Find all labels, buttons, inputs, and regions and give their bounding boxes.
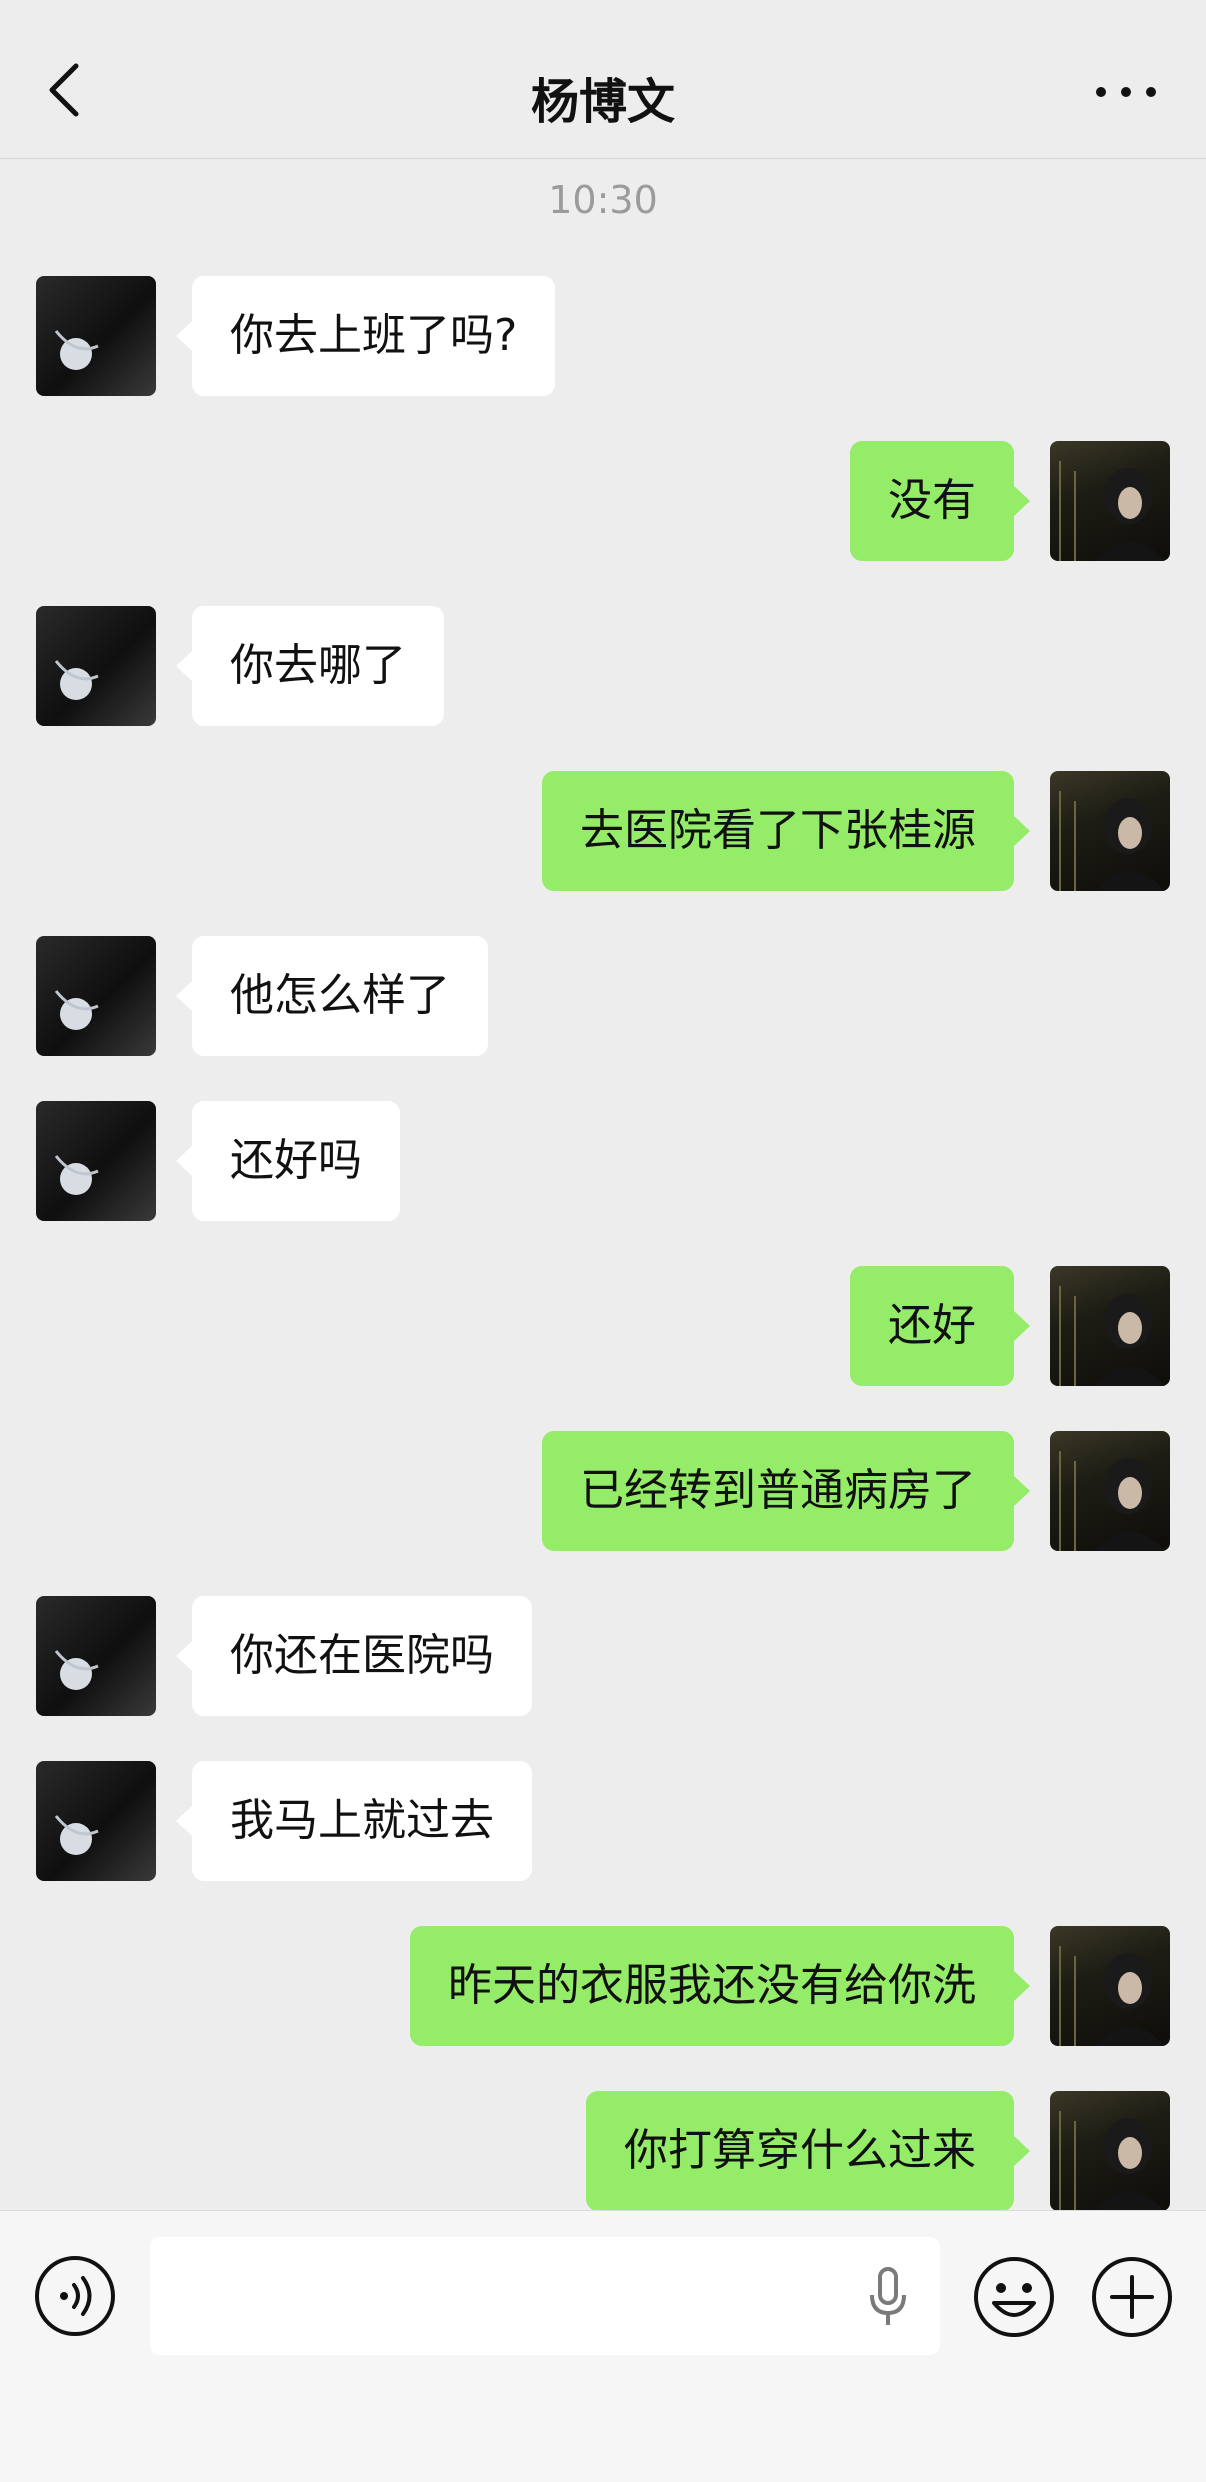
contact-avatar[interactable]	[36, 276, 156, 396]
chat-title: 杨博文	[530, 74, 675, 130]
microphone-button[interactable]	[866, 2267, 910, 2327]
voice-icon	[35, 2256, 115, 2336]
plus-icon	[1092, 2257, 1172, 2337]
more-icon	[1096, 87, 1156, 97]
message-row: 他怎么样了	[0, 936, 1206, 1056]
message-bubble[interactable]: 我马上就过去	[176, 1761, 532, 1881]
user-avatar[interactable]	[1050, 771, 1170, 891]
contact-avatar-image	[54, 990, 99, 1030]
message-row: 昨天的衣服我还没有给你洗	[0, 1926, 1206, 2046]
contact-avatar[interactable]	[36, 936, 156, 1056]
contact-avatar[interactable]	[36, 1596, 156, 1716]
user-avatar-image	[1059, 461, 1165, 561]
contact-avatar-image	[54, 1650, 99, 1690]
message-bubble[interactable]: 还好吗	[176, 1101, 400, 1221]
user-avatar[interactable]	[1050, 2091, 1170, 2210]
user-avatar-image	[1059, 1451, 1165, 1551]
navigation-bar: 杨博文	[0, 0, 1206, 159]
user-avatar[interactable]	[1050, 1266, 1170, 1386]
message-row: 你打算穿什么过来	[0, 2091, 1206, 2210]
message-bubble[interactable]: 你去上班了吗?	[175, 276, 556, 396]
message-row: 你还在医院吗	[0, 1596, 1206, 1716]
contact-avatar[interactable]	[36, 1101, 156, 1221]
emoji-button[interactable]	[972, 2255, 1056, 2339]
user-avatar-image	[1059, 1946, 1165, 2046]
message-row: 没有	[0, 441, 1206, 561]
contact-avatar-image	[54, 330, 99, 370]
timestamp: 10:30	[548, 178, 658, 222]
message-row: 你去哪了	[0, 606, 1206, 726]
message-bubble[interactable]: 昨天的衣服我还没有给你洗	[410, 1926, 1030, 2046]
user-avatar[interactable]	[1050, 1431, 1170, 1551]
message-bubble[interactable]: 去医院看了下张桂源	[542, 771, 1030, 891]
chat-area[interactable]: 10:30 你去上班了吗? 没有 你去哪了 去医院看了下张桂源 他怎么样了 还好…	[0, 0, 1206, 2210]
message-bubble[interactable]: 他怎么样了	[176, 936, 488, 1056]
contact-avatar[interactable]	[36, 606, 156, 726]
input-bar	[0, 2210, 1206, 2482]
message-bubble[interactable]: 没有	[850, 441, 1030, 561]
message-bubble[interactable]: 你去哪了	[176, 606, 444, 726]
message-row: 去医院看了下张桂源	[0, 771, 1206, 891]
contact-avatar-image	[54, 1155, 99, 1195]
user-avatar[interactable]	[1050, 441, 1170, 561]
message-row: 还好	[0, 1266, 1206, 1386]
contact-avatar[interactable]	[36, 1761, 156, 1881]
contact-avatar-image	[54, 660, 99, 700]
message-row: 我马上就过去	[0, 1761, 1206, 1881]
more-options-button[interactable]	[1091, 72, 1161, 112]
more-functions-button[interactable]	[1090, 2255, 1174, 2339]
message-bubble[interactable]: 你还在医院吗	[176, 1596, 532, 1716]
user-avatar[interactable]	[1050, 1926, 1170, 2046]
message-row: 已经转到普通病房了	[0, 1431, 1206, 1551]
user-avatar-image	[1059, 791, 1165, 891]
user-avatar-image	[1059, 2111, 1164, 2210]
message-bubble[interactable]: 你打算穿什么过来	[586, 2091, 1030, 2210]
message-row: 还好吗	[0, 1101, 1206, 1221]
microphone-icon	[870, 2267, 906, 2325]
message-bubble[interactable]: 还好	[850, 1266, 1030, 1386]
emoji-icon	[974, 2257, 1054, 2337]
message-row: 你去上班了吗?	[0, 276, 1206, 396]
message-input-box[interactable]	[150, 2237, 940, 2357]
message-input[interactable]	[174, 2237, 858, 2357]
user-avatar-image	[1059, 1286, 1165, 1386]
contact-avatar-image	[54, 1815, 99, 1855]
message-bubble[interactable]: 已经转到普通病房了	[542, 1431, 1030, 1551]
voice-mode-button[interactable]	[34, 2255, 116, 2337]
